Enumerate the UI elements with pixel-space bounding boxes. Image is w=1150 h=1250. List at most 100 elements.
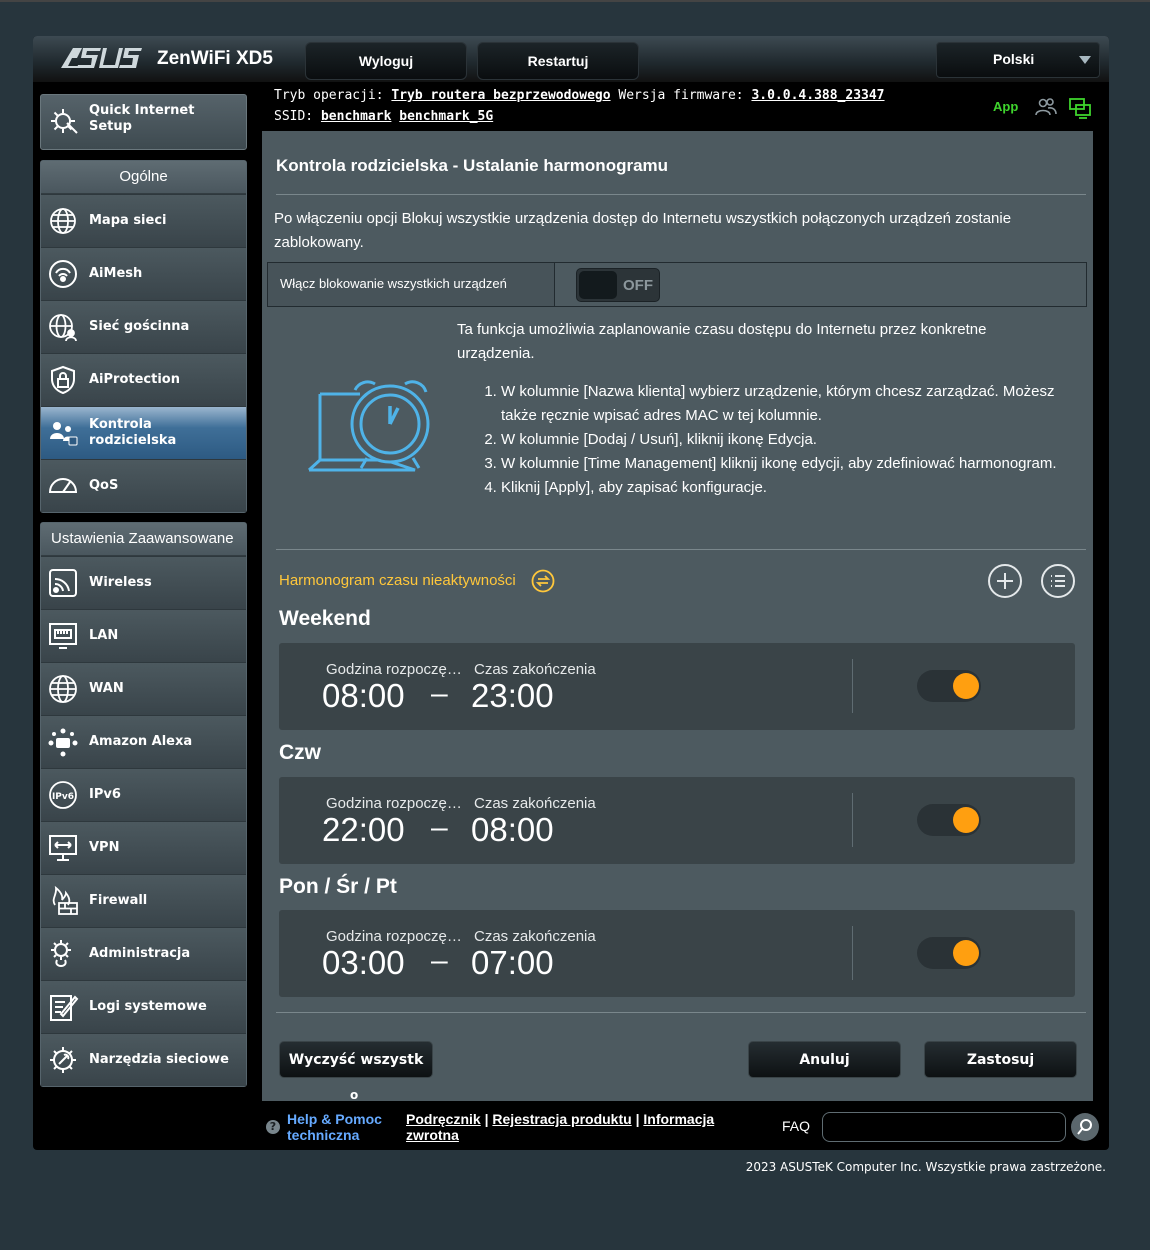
chevron-down-icon xyxy=(1079,56,1091,64)
sidebar-item-label: Logi systemowe xyxy=(89,999,207,1014)
schedule-day-label: Pon / Śr / Pt xyxy=(279,875,397,898)
block-all-row: Włącz blokowanie wszystkich urządzeń xyxy=(267,262,1087,307)
schedule-list-button[interactable] xyxy=(1041,564,1075,598)
sidebar-item-label: WAN xyxy=(89,681,124,696)
sidebar-item-guest-network[interactable]: Sieć gościnna xyxy=(41,300,246,353)
mode-label: Tryb operacji: xyxy=(274,88,384,103)
parental-control-icon xyxy=(50,422,78,446)
sidebar-item-parental-control[interactable]: Kontrola rodzicielska xyxy=(41,406,246,459)
sidebar-item-label: Firewall xyxy=(89,893,148,908)
schedule-toggle[interactable] xyxy=(917,670,981,702)
sidebar-item-aimesh[interactable]: AiMesh xyxy=(41,247,246,300)
sidebar-item-label: Sieć gościnna xyxy=(89,319,190,334)
instruction-steps: W kolumnie [Nazwa klienta] wybierz urząd… xyxy=(483,380,1061,500)
toggle-knob xyxy=(953,940,979,966)
sidebar-item-label: IPv6 xyxy=(89,787,121,802)
language-value: Polski xyxy=(993,51,1035,67)
start-time: 22:00 xyxy=(322,811,405,848)
help-icon: ? xyxy=(266,1120,280,1134)
sidebar-item-firewall[interactable]: Firewall xyxy=(41,874,246,927)
app-link[interactable]: App xyxy=(993,99,1018,114)
list-icon xyxy=(1051,575,1065,587)
sidebar-item-network-tools[interactable]: Narzędzia sieciowe xyxy=(41,1033,246,1086)
add-schedule-button[interactable] xyxy=(988,564,1022,598)
top-border xyxy=(0,0,1150,2)
ipv6-icon: IPv6 xyxy=(49,781,77,809)
sidebar-item-wireless[interactable]: Wireless xyxy=(41,556,246,609)
firmware-label: Wersja firmware: xyxy=(618,88,744,103)
schedule-switch-icon[interactable] xyxy=(531,569,555,593)
users-icon[interactable] xyxy=(1035,97,1057,117)
ssid-link-1[interactable]: benchmark xyxy=(321,109,391,124)
sidebar-item-wan[interactable]: WAN xyxy=(41,662,246,715)
reboot-button[interactable]: Restartuj xyxy=(477,42,639,80)
info-divider xyxy=(276,549,1086,550)
help-line-2: techniczna xyxy=(287,1127,360,1143)
search-icon xyxy=(1077,1119,1092,1135)
faq-search-input[interactable] xyxy=(822,1112,1066,1142)
admin-gear-icon xyxy=(51,940,71,967)
start-label: Godzina rozpoczę… xyxy=(326,661,462,678)
faq-search-button[interactable] xyxy=(1071,1113,1099,1141)
globe-icon xyxy=(50,208,76,234)
schedule-clock-illustration xyxy=(307,380,430,472)
firmware-link[interactable]: 3.0.0.4.388_23347 xyxy=(751,88,884,103)
schedule-card[interactable]: Godzina rozpoczę… Czas zakończenia 03:00… xyxy=(279,910,1075,997)
help-support-link[interactable]: Help & Pomoc techniczna xyxy=(287,1111,382,1143)
manual-link[interactable]: Podręcznik xyxy=(406,1111,481,1127)
logout-button[interactable]: Wyloguj xyxy=(305,42,467,80)
quick-internet-setup[interactable]: Quick Internet Setup xyxy=(40,94,247,150)
sidebar-item-label: Amazon Alexa xyxy=(89,734,193,749)
sidebar-item-administration[interactable]: Administracja xyxy=(41,927,246,980)
sidebar-item-ipv6[interactable]: IPv6 IPv6 xyxy=(41,768,246,821)
sidebar-item-label: VPN xyxy=(89,840,120,855)
sidebar-item-lan[interactable]: LAN xyxy=(41,609,246,662)
register-link[interactable]: Rejestracja produktu xyxy=(492,1111,631,1127)
sidebar-general-title: Ogólne xyxy=(41,161,246,194)
schedule-card[interactable]: Godzina rozpoczę… Czas zakończenia 08:00… xyxy=(279,643,1075,730)
log-edit-icon xyxy=(50,995,79,1021)
mode-link[interactable]: Tryb routera bezprzewodowego xyxy=(391,88,610,103)
sidebar-item-label: Wireless xyxy=(89,575,152,590)
language-select[interactable]: Polski xyxy=(936,42,1100,78)
cancel-button[interactable]: Anuluj xyxy=(748,1041,901,1078)
title-divider xyxy=(276,194,1086,195)
globe-icon xyxy=(49,675,77,703)
schedule-toggle[interactable] xyxy=(917,937,981,969)
step-item: Kliknij [Apply], aby zapisać konfiguracj… xyxy=(501,476,1061,500)
card-divider xyxy=(852,926,853,980)
sidebar-advanced: Ustawienia Zaawansowane Wireless LAN WAN… xyxy=(40,522,247,1087)
schedule-toggle[interactable] xyxy=(917,804,981,836)
schedule-card[interactable]: Godzina rozpoczę… Czas zakończenia 22:00… xyxy=(279,777,1075,864)
clear-all-overflow-text: o xyxy=(350,1088,359,1102)
info-text: Ta funkcja umożliwia zaplanowanie czasu … xyxy=(457,321,987,362)
step-item: W kolumnie [Dodaj / Usuń], kliknij ikonę… xyxy=(501,428,1061,452)
ssid-link-2[interactable]: benchmark_5G xyxy=(399,109,493,124)
firewall-icon xyxy=(52,885,78,915)
start-time: 08:00 xyxy=(322,677,405,714)
schedule-day-label: Czw xyxy=(279,741,321,764)
sidebar-item-label: LAN xyxy=(89,628,119,643)
sidebar-item-network-map[interactable]: Mapa sieci xyxy=(41,194,246,247)
toggle-state: OFF xyxy=(623,277,653,294)
sidebar-item-system-log[interactable]: Logi systemowe xyxy=(41,980,246,1033)
ssid-label: SSID: xyxy=(274,109,314,124)
apply-button[interactable]: Zastosuj xyxy=(924,1041,1077,1078)
schedule-day-label: Weekend xyxy=(279,607,371,630)
sidebar-item-qos[interactable]: QoS xyxy=(41,459,246,512)
plus-icon xyxy=(997,573,1013,589)
block-all-toggle[interactable]: OFF xyxy=(576,268,660,302)
sidebar-item-amazon-alexa[interactable]: Amazon Alexa xyxy=(41,715,246,768)
clear-all-button[interactable]: Wyczyść wszystk xyxy=(279,1041,433,1078)
end-label: Czas zakończenia xyxy=(474,795,596,812)
toggle-knob xyxy=(953,673,979,699)
lan-icon xyxy=(49,623,77,649)
network-status-icon[interactable] xyxy=(1068,97,1092,119)
speedometer-icon xyxy=(48,478,78,493)
ssid-line: SSID: benchmark benchmark_5G xyxy=(274,109,493,124)
sidebar-item-label: Narzędzia sieciowe xyxy=(89,1052,230,1067)
time-separator: – xyxy=(431,944,448,977)
sidebar-item-aiprotection[interactable]: AiProtection xyxy=(41,353,246,406)
sidebar-advanced-title: Ustawienia Zaawansowane xyxy=(41,523,246,556)
sidebar-item-vpn[interactable]: VPN xyxy=(41,821,246,874)
